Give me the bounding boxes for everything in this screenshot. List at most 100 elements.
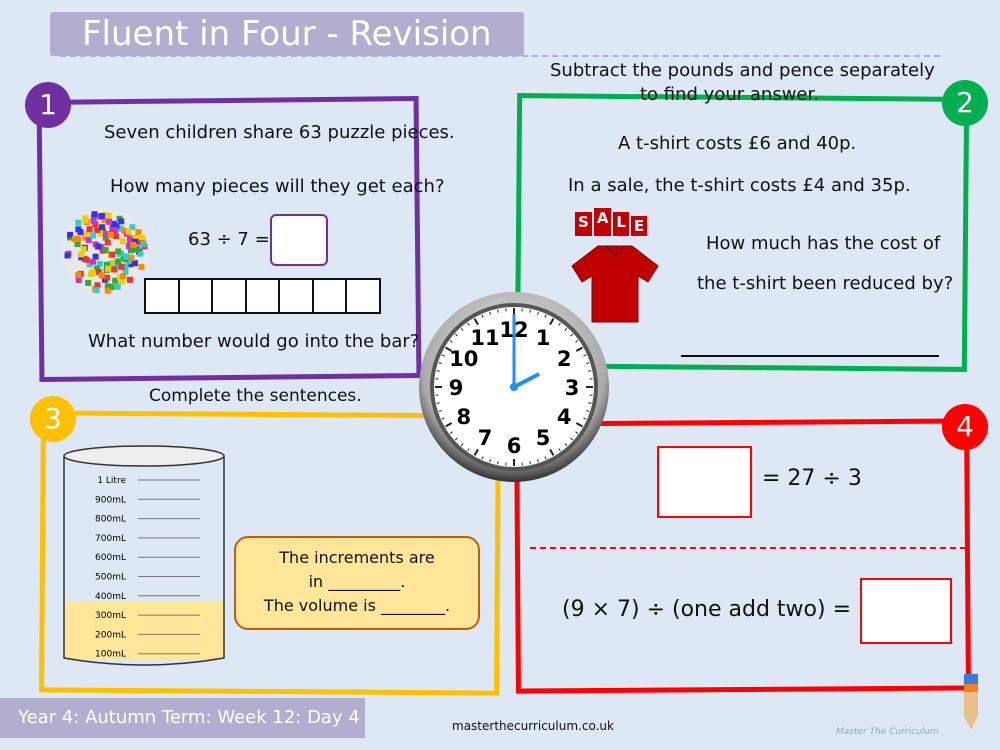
puzzle-piece: [118, 264, 124, 270]
jug-label: 300mL: [95, 611, 126, 621]
puzzle-piece: [105, 266, 111, 272]
puzzle-piece: [125, 229, 131, 235]
clock-number: 6: [507, 434, 522, 458]
clock-number: 3: [565, 376, 580, 400]
q4-divider: [530, 547, 966, 549]
puzzle-piece: [99, 273, 105, 279]
clock-number: 2: [557, 347, 572, 371]
sentence-1b: in _________.: [236, 570, 478, 594]
q2-answer-line[interactable]: [681, 355, 939, 357]
puzzle-piece: [118, 218, 124, 224]
jug-label: 1 Litre: [97, 476, 126, 486]
clock-tick: [498, 310, 499, 313]
q3-sentences-box: The increments are in _________. The vol…: [234, 536, 480, 630]
puzzle-piece: [78, 251, 84, 257]
puzzle-piece: [135, 229, 141, 235]
page-title: Fluent in Four - Revision: [50, 12, 524, 56]
puzzle-piece: [75, 220, 81, 226]
liquid-fill: [64, 602, 224, 660]
measuring-jug: 1 Litre 900mL 800mL 700mL 600mL 500mL 400mL 300…: [60, 440, 230, 670]
clock-tick: [588, 371, 591, 372]
question-2-badge: 2: [942, 80, 988, 126]
jug-label: 400mL: [95, 592, 126, 602]
question-1-badge: 1: [25, 82, 71, 128]
q1-answer-box[interactable]: [270, 214, 328, 266]
clock-tick: [498, 461, 499, 464]
puzzle-piece: [106, 219, 112, 225]
puzzle-piece: [81, 246, 87, 252]
puzzle-piece: [140, 241, 146, 247]
puzzle-piece: [90, 233, 96, 239]
puzzle-piece: [99, 213, 105, 219]
puzzle-piece: [83, 215, 89, 221]
q2-line4: the t-shirt been reduced by?: [697, 273, 953, 294]
sentence-2: The volume is ________.: [236, 594, 478, 618]
puzzle-piece: [127, 277, 133, 283]
puzzle-piece: [64, 252, 70, 258]
jug-label: 100mL: [95, 650, 126, 660]
clock-number: 5: [536, 426, 551, 450]
puzzle-piece: [92, 211, 98, 217]
clock-tick: [437, 403, 440, 404]
puzzle-piece: [130, 242, 136, 248]
jug-label: 200mL: [95, 630, 126, 640]
puzzle-piece: [106, 213, 112, 219]
puzzle-piece: [115, 258, 121, 264]
clock: 121234567891011: [417, 290, 611, 484]
puzzle-piece: [103, 247, 109, 253]
puzzle-piece: [90, 259, 96, 265]
sale-letter: S: [575, 212, 592, 236]
footer-logo: Master The Curriculum: [836, 727, 939, 737]
clock-number: 7: [478, 426, 493, 450]
puzzle-piece: [105, 240, 111, 246]
q4-answer-box-2[interactable]: [860, 578, 952, 644]
clock-number: 1: [536, 326, 551, 350]
puzzle-piece: [104, 275, 110, 281]
puzzle-piece: [138, 264, 144, 270]
puzzle-piece: [111, 221, 117, 227]
puzzle-piece: [109, 252, 115, 258]
clock-number: 11: [470, 326, 499, 350]
puzzle-piece: [77, 229, 83, 235]
sale-letter: E: [631, 216, 647, 236]
clock-number: 4: [557, 405, 572, 429]
q1-bar-question: What number would go into the bar?: [88, 331, 419, 352]
bar-model: [146, 278, 381, 314]
puzzle-pieces-icon: [60, 206, 150, 296]
puzzle-piece: [123, 254, 129, 260]
clock-tick: [530, 310, 531, 313]
bar-cell[interactable]: [211, 278, 247, 314]
puzzle-piece: [99, 224, 105, 230]
q3-instruction: Complete the sentences.: [149, 386, 362, 406]
sale-sign: S A L E: [575, 212, 647, 236]
puzzle-piece: [108, 232, 114, 238]
jug-label: 900mL: [95, 495, 126, 505]
puzzle-piece: [72, 236, 78, 242]
q2-hint-line2: to find your answer.: [640, 84, 819, 105]
pencil-logo-icon: [958, 672, 982, 732]
q1-equation: 63 ÷ 7 =: [188, 229, 270, 250]
q4-answer-box-1[interactable]: [657, 446, 752, 518]
bar-cell[interactable]: [144, 278, 180, 314]
bar-cell[interactable]: [312, 278, 348, 314]
question-4-badge: 4: [942, 404, 988, 450]
bar-cell[interactable]: [278, 278, 314, 314]
sale-letter: L: [613, 212, 629, 236]
jug-label: 500mL: [95, 573, 126, 583]
puzzle-piece: [93, 287, 99, 293]
puzzle-piece: [111, 266, 117, 272]
bar-cell[interactable]: [245, 278, 281, 314]
puzzle-piece: [84, 257, 90, 263]
q2-line2: In a sale, the t-shirt costs £4 and 35p.: [568, 175, 911, 196]
bar-cell[interactable]: [178, 278, 214, 314]
puzzle-piece: [86, 226, 92, 232]
clock-tick: [437, 371, 440, 372]
jug-label: 700mL: [95, 534, 126, 544]
puzzle-piece: [91, 218, 97, 224]
sentence-1a: The increments are: [236, 546, 478, 570]
bar-cell[interactable]: [345, 278, 381, 314]
puzzle-piece: [95, 243, 101, 249]
footer-url[interactable]: masterthecurriculum.co.uk: [452, 719, 614, 733]
footer-label: Year 4: Autumn Term: Week 12: Day 4: [0, 698, 365, 738]
puzzle-piece: [85, 280, 91, 286]
